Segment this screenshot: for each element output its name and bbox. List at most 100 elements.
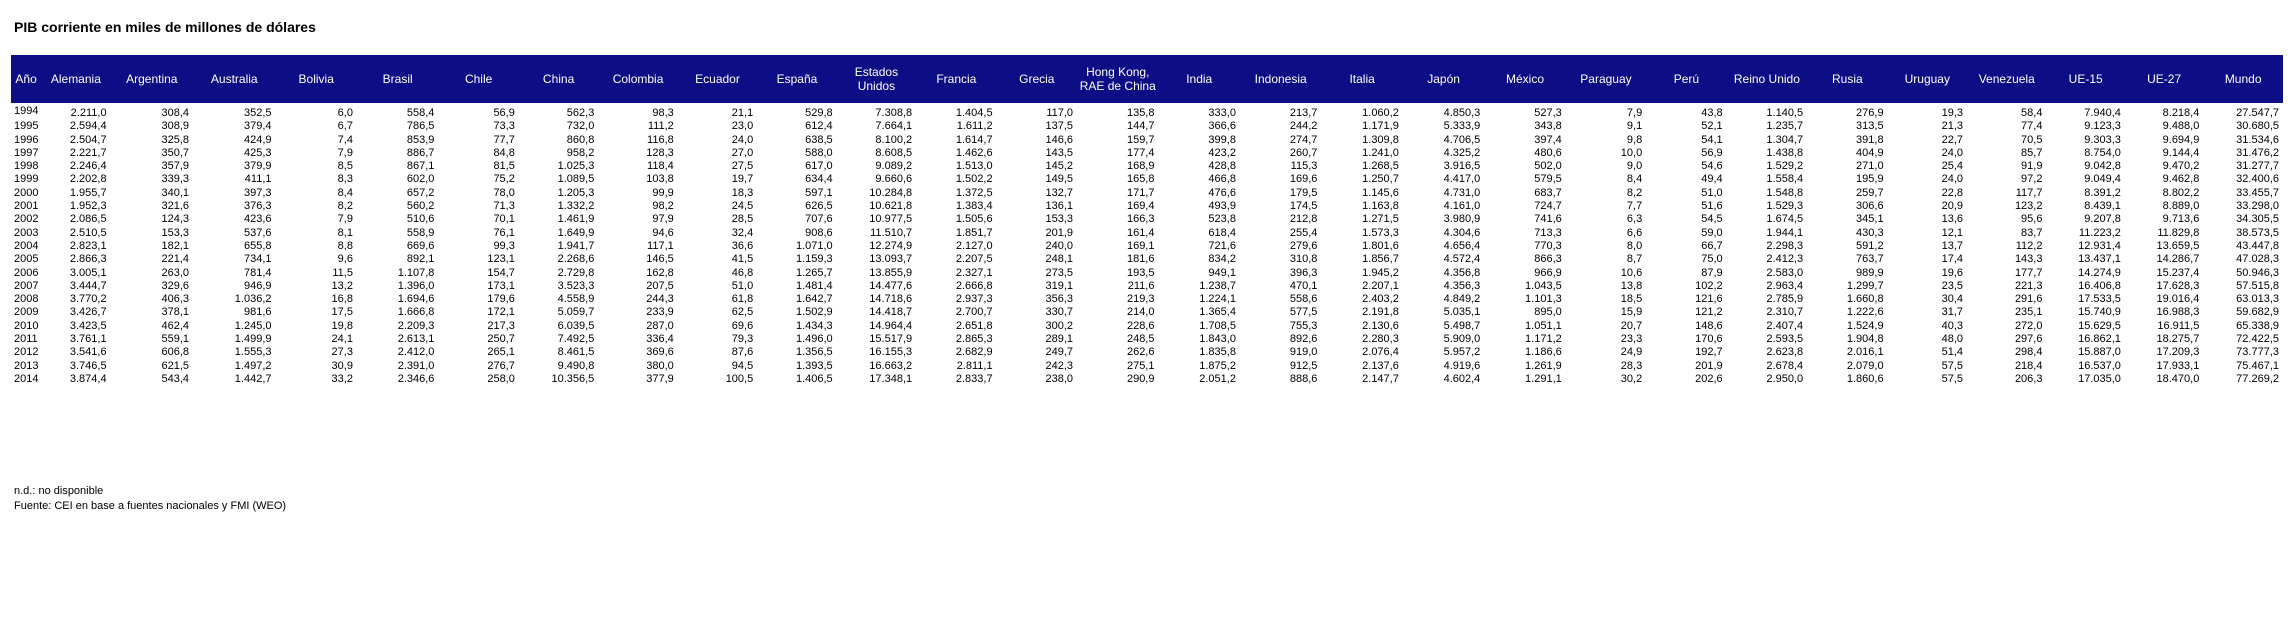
value-cell: 1.163,8 bbox=[1362, 200, 1399, 213]
value-cell: 612,4 bbox=[805, 120, 833, 133]
table-row: 2004 2.823,1 182,1 655,8 8,8 669,6 99,3 1.941,7… bbox=[11, 240, 2283, 253]
value-cell: 244,2 bbox=[1289, 120, 1318, 133]
value-cell: 159,7 bbox=[1126, 133, 1155, 146]
value-cell: 289,1 bbox=[1045, 333, 1074, 346]
value-cell: 1.186,6 bbox=[1525, 346, 1562, 359]
value-cell: 626,5 bbox=[805, 200, 833, 213]
value-cell: 1.660,8 bbox=[1846, 293, 1884, 306]
value-cell: 9.490,8 bbox=[557, 359, 595, 372]
value-cell: 462,4 bbox=[161, 319, 190, 332]
value-cell: 50.946,3 bbox=[2236, 266, 2279, 279]
value-cell: 65.338,9 bbox=[2236, 319, 2279, 332]
value-cell: 4.850,3 bbox=[1443, 107, 1481, 119]
value-cell: 98,2 bbox=[652, 200, 674, 213]
value-cell: 559,1 bbox=[161, 333, 190, 346]
value-cell: 6,0 bbox=[337, 107, 353, 119]
value-cell: 21,1 bbox=[731, 107, 754, 119]
value-cell: 1.356,5 bbox=[795, 346, 833, 359]
value-cell: 1.438,8 bbox=[1766, 146, 1804, 159]
value-cell: 11,5 bbox=[332, 266, 353, 279]
year-cell: 2010 bbox=[14, 319, 39, 332]
value-cell: 2.666,8 bbox=[955, 279, 993, 292]
value-cell: 1.529,3 bbox=[1766, 200, 1804, 213]
value-cell: 123,2 bbox=[2014, 200, 2043, 213]
value-cell: 149,5 bbox=[1045, 173, 1074, 186]
value-cell: 15.740,9 bbox=[2078, 306, 2121, 319]
value-cell: 618,4 bbox=[1208, 226, 1236, 239]
value-cell: 17.933,1 bbox=[2156, 359, 2200, 372]
value-cell: 2.191,8 bbox=[1362, 306, 1399, 319]
value-cell: 867,1 bbox=[406, 160, 435, 173]
value-cell: 886,7 bbox=[406, 146, 435, 159]
value-cell: 5.909,0 bbox=[1443, 333, 1481, 346]
value-cell: 217,3 bbox=[487, 319, 515, 332]
year-cell: 2006 bbox=[14, 266, 39, 279]
value-cell: 33.455,7 bbox=[2236, 186, 2279, 199]
value-cell: 8,3 bbox=[337, 173, 353, 186]
value-cell: 310,8 bbox=[1289, 253, 1318, 266]
value-cell: 213,7 bbox=[1289, 107, 1318, 119]
table-row: 1999 2.202,8 339,3 411,1 8,3 602,0 75,2 1.089,5… bbox=[11, 173, 2283, 186]
value-cell: 4.325,2 bbox=[1443, 146, 1481, 159]
value-cell: 543,4 bbox=[161, 372, 190, 385]
column-header: Italia bbox=[1321, 55, 1403, 103]
year-cell: 2012 bbox=[14, 346, 39, 359]
value-cell: 103,8 bbox=[646, 173, 674, 186]
value-cell: 41,5 bbox=[731, 253, 754, 266]
value-cell: 1.224,1 bbox=[1199, 293, 1236, 306]
value-cell: 1.383,4 bbox=[955, 200, 993, 213]
value-cell: 272,0 bbox=[2014, 319, 2043, 332]
value-cell: 111,2 bbox=[647, 120, 674, 133]
value-cell: 212,8 bbox=[1289, 213, 1318, 226]
value-cell: 1.171,9 bbox=[1362, 120, 1399, 133]
value-cell: 19,3 bbox=[1941, 107, 1964, 119]
table-row: 2002 2.086,5 124,3 423,6 7,9 510,6 70,1 1.461,9… bbox=[11, 213, 2283, 226]
value-cell: 16.862,1 bbox=[2078, 333, 2121, 346]
value-cell: 379,9 bbox=[243, 160, 272, 173]
value-cell: 249,7 bbox=[1045, 346, 1074, 359]
value-cell: 2.623,8 bbox=[1766, 346, 1804, 359]
year-cell: 1999 bbox=[14, 173, 39, 186]
value-cell: 201,9 bbox=[1045, 226, 1074, 239]
value-cell: 411,1 bbox=[244, 173, 272, 186]
column-header: Indonesia bbox=[1239, 55, 1322, 103]
value-cell: 33.298,0 bbox=[2236, 200, 2279, 213]
value-cell: 51,0 bbox=[731, 279, 754, 292]
value-cell: 3.423,5 bbox=[69, 319, 107, 332]
value-cell: 297,6 bbox=[2014, 333, 2043, 346]
value-cell: 59,0 bbox=[1701, 226, 1723, 239]
value-cell: 1.573,3 bbox=[1362, 226, 1399, 239]
value-cell: 214,0 bbox=[1126, 306, 1155, 319]
value-cell: 28,3 bbox=[1620, 359, 1643, 372]
value-cell: 31.476,2 bbox=[2236, 146, 2279, 159]
column-header: Bolivia bbox=[275, 55, 357, 103]
value-cell: 7.308,8 bbox=[875, 107, 913, 119]
value-cell: 14.718,6 bbox=[869, 293, 913, 306]
value-cell: 27,5 bbox=[731, 160, 754, 173]
value-cell: 721,6 bbox=[1208, 239, 1236, 252]
value-cell: 8.889,0 bbox=[2162, 200, 2200, 213]
value-cell: 606,8 bbox=[161, 346, 190, 359]
table-footer: n.d.: no disponible Fuente: CEI en base … bbox=[14, 484, 286, 514]
value-cell: 59.682,9 bbox=[2236, 306, 2279, 319]
value-cell: 15,9 bbox=[1620, 306, 1643, 319]
value-cell: 1.497,2 bbox=[234, 359, 272, 372]
value-cell: 70,5 bbox=[2021, 133, 2043, 146]
value-cell: 2.127,0 bbox=[955, 239, 993, 252]
value-cell: 1.835,8 bbox=[1199, 346, 1236, 359]
table-row: 2011 3.761,1 559,1 1.499,9 24,1 2.613,1 250,7 7… bbox=[11, 333, 2283, 346]
column-header: Alemania bbox=[41, 55, 111, 103]
value-cell: 193,5 bbox=[1126, 266, 1155, 279]
value-cell: 24,0 bbox=[1941, 146, 1964, 159]
value-cell: 32,4 bbox=[731, 226, 754, 239]
value-cell: 510,6 bbox=[406, 213, 435, 226]
value-cell: 1.235,7 bbox=[1766, 120, 1804, 133]
value-cell: 16.406,8 bbox=[2078, 279, 2121, 292]
value-cell: 1.442,7 bbox=[234, 372, 272, 385]
value-cell: 770,3 bbox=[1534, 239, 1562, 252]
value-cell: 161,4 bbox=[1126, 226, 1155, 239]
year-cell: 2004 bbox=[14, 239, 39, 252]
value-cell: 169,1 bbox=[1126, 239, 1155, 252]
value-cell: 13,7 bbox=[1941, 239, 1964, 252]
value-cell: 84,8 bbox=[493, 146, 515, 159]
